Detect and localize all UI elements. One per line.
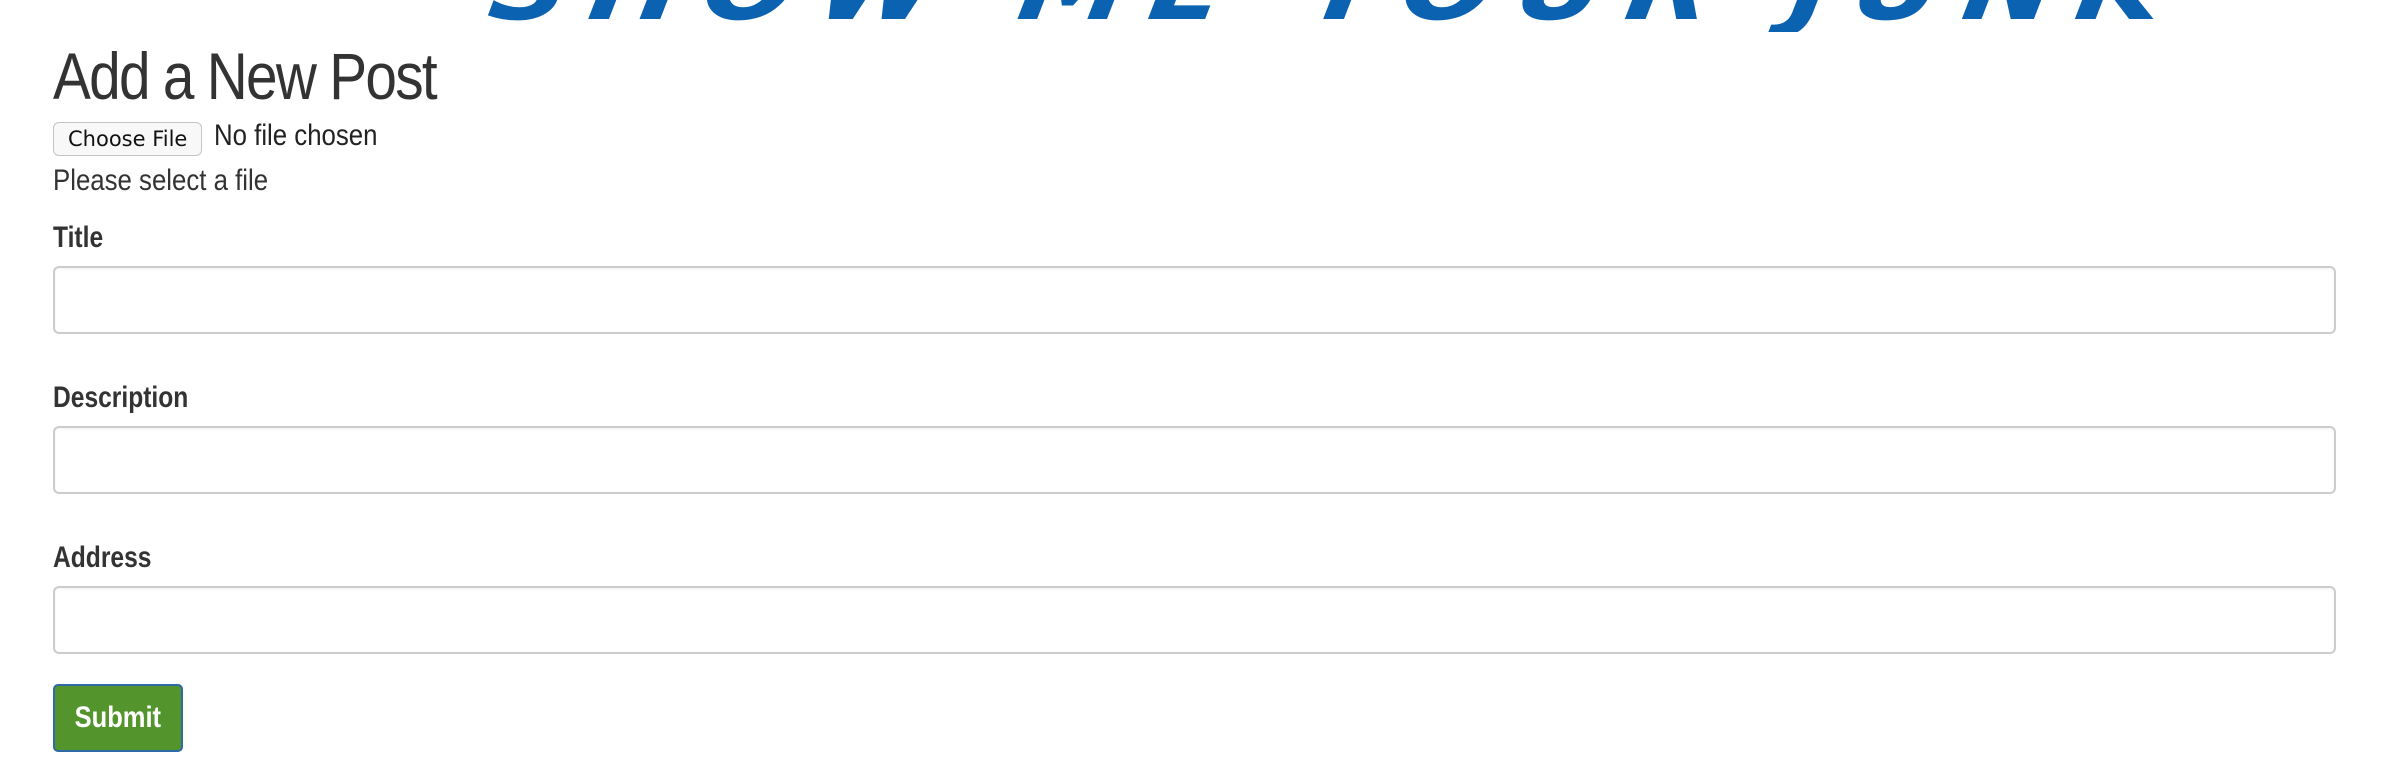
file-help-text: Please select a file [53, 164, 269, 197]
page-title: Add a New Post [53, 39, 438, 113]
page: SHOW ME YOUR JUNK Add a New Post Choose … [0, 0, 2386, 782]
title-input[interactable] [53, 266, 2336, 334]
site-logo[interactable]: SHOW ME YOUR JUNK [482, 0, 2193, 32]
address-input[interactable] [53, 586, 2336, 654]
submit-button[interactable]: Submit [53, 684, 183, 752]
description-input[interactable] [53, 426, 2336, 494]
new-post-form: Add a New Post Choose File No file chose… [53, 36, 2336, 752]
file-picker: Choose File No file chosen [53, 116, 2336, 156]
submit-button-label: Submit [74, 701, 162, 734]
title-label: Title [53, 221, 104, 254]
description-label: Description [53, 381, 189, 414]
choose-file-button[interactable]: Choose File [53, 122, 203, 156]
header-banner: SHOW ME YOUR JUNK [0, 0, 2386, 32]
file-status-text: No file chosen [214, 119, 378, 152]
address-label: Address [53, 541, 152, 574]
